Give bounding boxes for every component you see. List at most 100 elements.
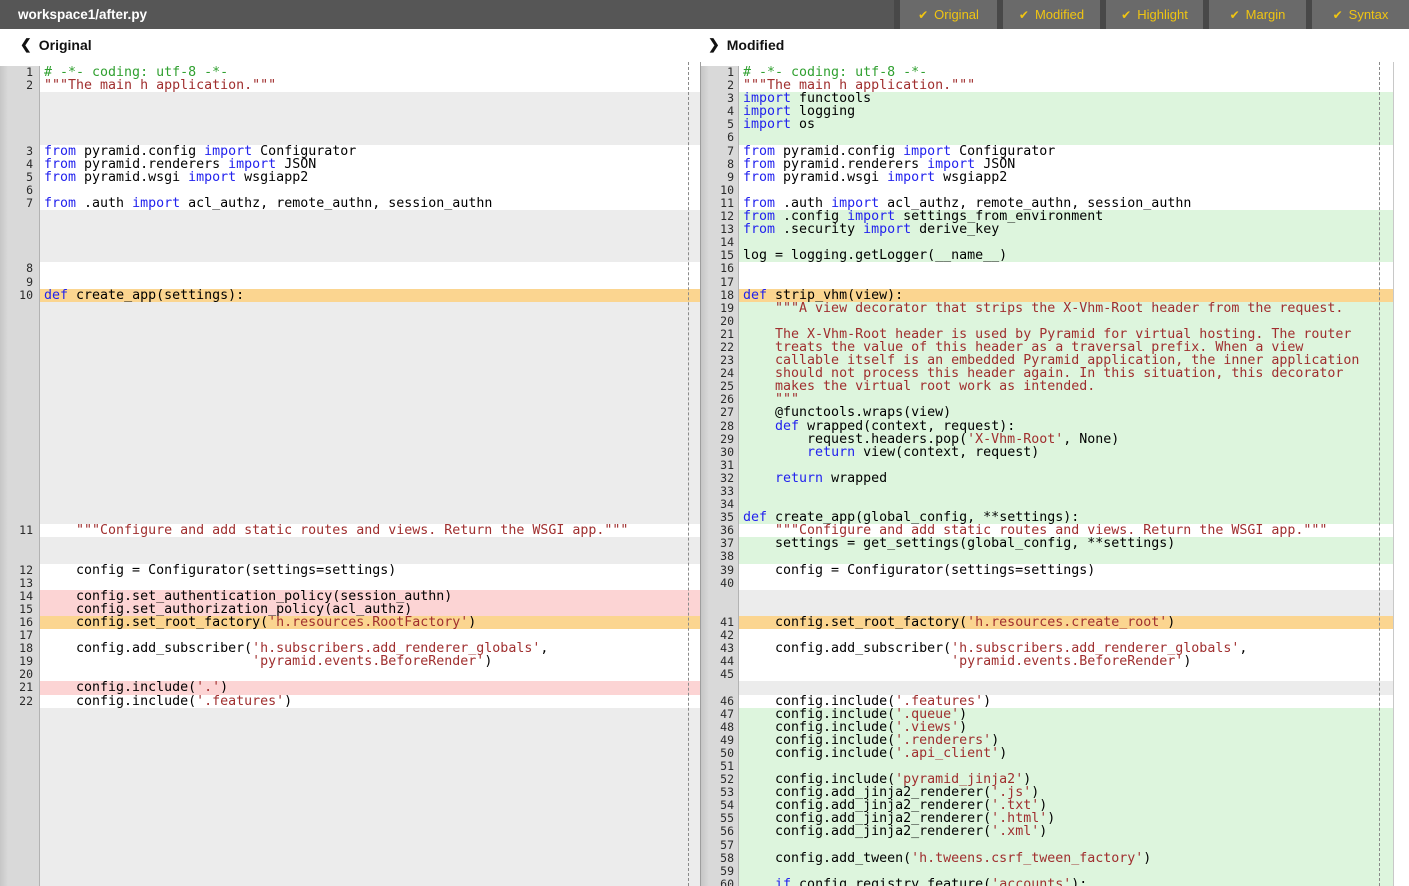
code-line[interactable]: 'pyramid.events.BeforeRender'): [40, 655, 700, 668]
code-line[interactable]: from pyramid.wsgi import wsgiapp2: [739, 171, 1393, 184]
code-line[interactable]: from pyramid.renderers import JSON: [40, 158, 700, 171]
code-line[interactable]: def create_app(global_config, **settings…: [739, 511, 1393, 524]
code-line[interactable]: def wrapped(context, request):: [739, 420, 1393, 433]
vertical-scrollbar[interactable]: [1393, 62, 1409, 886]
code-line[interactable]: from pyramid.config import Configurator: [40, 145, 700, 158]
line-number: [0, 105, 40, 118]
code-line[interactable]: return view(context, request): [739, 446, 1393, 459]
code-line[interactable]: """Configure and add static routes and v…: [739, 524, 1393, 537]
code-line[interactable]: settings = get_settings(global_config, *…: [739, 537, 1393, 550]
code-line[interactable]: # -*- coding: utf-8 -*-: [40, 66, 700, 79]
code-line[interactable]: def create_app(settings):: [40, 289, 700, 302]
code-line[interactable]: [739, 668, 1393, 681]
check-icon: ✔: [1121, 8, 1131, 22]
code-line[interactable]: [40, 577, 700, 590]
code-line[interactable]: from pyramid.config import Configurator: [739, 145, 1393, 158]
code-line[interactable]: config.set_authorization_policy(acl_auth…: [40, 603, 700, 616]
code-line[interactable]: [40, 262, 700, 275]
code-line[interactable]: config.include('.features'): [40, 695, 700, 708]
code-line[interactable]: from .config import settings_from_enviro…: [739, 210, 1393, 223]
code-line[interactable]: config.add_jinja2_renderer('.html'): [739, 812, 1393, 825]
code-line[interactable]: should not process this header again. In…: [739, 367, 1393, 380]
code-line[interactable]: import logging: [739, 105, 1393, 118]
code-line[interactable]: [739, 184, 1393, 197]
code-line[interactable]: request.headers.pop('X-Vhm-Root', None): [739, 433, 1393, 446]
code-line[interactable]: # -*- coding: utf-8 -*-: [739, 66, 1393, 79]
code-line[interactable]: config.add_jinja2_renderer('.js'): [739, 786, 1393, 799]
code-line[interactable]: config.add_jinja2_renderer('.xml'): [739, 825, 1393, 838]
code-line[interactable]: [739, 550, 1393, 563]
code-line[interactable]: return wrapped: [739, 472, 1393, 485]
code-line[interactable]: [739, 315, 1393, 328]
code-line[interactable]: [739, 262, 1393, 275]
code-line[interactable]: from pyramid.renderers import JSON: [739, 158, 1393, 171]
line-number: 11: [0, 524, 40, 537]
code-line[interactable]: [40, 184, 700, 197]
code-line[interactable]: """The main h application.""": [40, 79, 700, 92]
code-line[interactable]: [739, 498, 1393, 511]
code-line[interactable]: @functools.wraps(view): [739, 406, 1393, 419]
code-line[interactable]: [739, 577, 1393, 590]
code-line[interactable]: from .auth import acl_authz, remote_auth…: [40, 197, 700, 210]
code-line[interactable]: [739, 760, 1393, 773]
code-line[interactable]: config.add_subscriber('h.subscribers.add…: [739, 642, 1393, 655]
code-line[interactable]: [739, 865, 1393, 878]
code-line[interactable]: [739, 276, 1393, 289]
code-line[interactable]: from .security import derive_key: [739, 223, 1393, 236]
code-line[interactable]: """: [739, 393, 1393, 406]
code-line[interactable]: if config.registry.feature('accounts'):: [739, 878, 1393, 886]
code-line[interactable]: """Configure and add static routes and v…: [40, 524, 700, 537]
code-line[interactable]: [739, 485, 1393, 498]
code-line[interactable]: [40, 276, 700, 289]
code-line[interactable]: """The main h application.""": [739, 79, 1393, 92]
line-number: [0, 865, 40, 878]
code-line[interactable]: callable itself is an embedded Pyramid a…: [739, 354, 1393, 367]
code-line[interactable]: config.set_root_factory('h.resources.Roo…: [40, 616, 700, 629]
code-line[interactable]: config.include('pyramid_jinja2'): [739, 773, 1393, 786]
toggle-syntax-button[interactable]: ✔ Syntax: [1312, 0, 1409, 29]
code-line[interactable]: config.add_jinja2_renderer('.txt'): [739, 799, 1393, 812]
code-line[interactable]: config.include('.features'): [739, 695, 1393, 708]
code-line[interactable]: """A view decorator that strips the X-Vh…: [739, 302, 1393, 315]
filler-line: [40, 433, 700, 446]
line-number: [0, 420, 40, 433]
code-line[interactable]: config = Configurator(settings=settings): [40, 564, 700, 577]
code-line[interactable]: [40, 668, 700, 681]
line-number: 13: [0, 577, 40, 590]
code-line[interactable]: [739, 629, 1393, 642]
code-line[interactable]: config = Configurator(settings=settings): [739, 564, 1393, 577]
code-line[interactable]: import os: [739, 118, 1393, 131]
code-line[interactable]: [739, 839, 1393, 852]
code-line[interactable]: config.include('.renderers'): [739, 734, 1393, 747]
code-line[interactable]: config.set_authentication_policy(session…: [40, 590, 700, 603]
code-line[interactable]: The X-Vhm-Root header is used by Pyramid…: [739, 328, 1393, 341]
toggle-margin-button[interactable]: ✔ Margin: [1209, 0, 1306, 29]
code-line[interactable]: treats the value of this header as a tra…: [739, 341, 1393, 354]
code-line[interactable]: config.add_subscriber('h.subscribers.add…: [40, 642, 700, 655]
code-line[interactable]: 'pyramid.events.BeforeRender'): [739, 655, 1393, 668]
code-line[interactable]: def strip_vhm(view):: [739, 289, 1393, 302]
code-line[interactable]: makes the virtual root work as intended.: [739, 380, 1393, 393]
code-line[interactable]: [739, 236, 1393, 249]
code-line[interactable]: config.set_root_factory('h.resources.cre…: [739, 616, 1393, 629]
code-line[interactable]: config.include('.api_client'): [739, 747, 1393, 760]
toggle-original-button[interactable]: ✔ Original: [900, 0, 997, 29]
code-line[interactable]: from .auth import acl_authz, remote_auth…: [739, 197, 1393, 210]
toggle-highlight-button[interactable]: ✔ Highlight: [1106, 0, 1203, 29]
code-line[interactable]: config.include('.views'): [739, 721, 1393, 734]
code-line[interactable]: import functools: [739, 92, 1393, 105]
original-editor-pane[interactable]: 1# -*- coding: utf-8 -*-2"""The main h a…: [0, 62, 700, 886]
modified-editor-pane[interactable]: 1# -*- coding: utf-8 -*-2"""The main h a…: [700, 62, 1393, 886]
filler-line: [40, 812, 700, 825]
code-line[interactable]: config.include('.'): [40, 681, 700, 694]
toggle-modified-button[interactable]: ✔ Modified: [1003, 0, 1100, 29]
code-line[interactable]: [739, 459, 1393, 472]
code-line[interactable]: config.add_tween('h.tweens.csrf_tween_fa…: [739, 852, 1393, 865]
toggle-modified-label: Modified: [1035, 7, 1084, 22]
code-line[interactable]: from pyramid.wsgi import wsgiapp2: [40, 171, 700, 184]
line-number: 45: [701, 668, 739, 681]
code-line[interactable]: [739, 131, 1393, 144]
code-line[interactable]: log = logging.getLogger(__name__): [739, 249, 1393, 262]
code-line[interactable]: [40, 629, 700, 642]
code-line[interactable]: config.include('.queue'): [739, 708, 1393, 721]
